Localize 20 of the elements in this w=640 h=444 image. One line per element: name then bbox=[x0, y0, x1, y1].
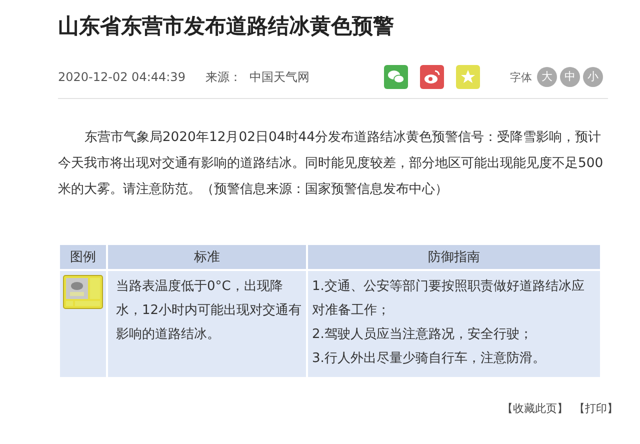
font-size-button[interactable]: 中 bbox=[560, 67, 580, 87]
guide-item: 1.交通、公安等部门要按照职责做好道路结冰应对准备工作； bbox=[312, 278, 586, 320]
font-size-button[interactable]: 小 bbox=[583, 67, 603, 87]
font-size-label: 字体 bbox=[510, 70, 532, 84]
publish-time: 2020-12-02 04:44:39 bbox=[58, 70, 186, 84]
font-size-button[interactable]: 大 bbox=[537, 67, 557, 87]
source-name: 中国天气网 bbox=[249, 68, 310, 86]
column-header: 标准 bbox=[108, 245, 306, 269]
table-cell: 当路表温度低于0°C，出现降水，12小时内可能出现对交通有影响的道路结冰。 bbox=[108, 271, 306, 377]
chat-bubbles-icon[interactable] bbox=[384, 65, 408, 89]
footer-link[interactable]: 【打印】 bbox=[574, 401, 618, 416]
source-label: 来源： bbox=[205, 68, 242, 86]
footer-link[interactable]: 【收藏此页】 bbox=[502, 401, 568, 416]
guide-item: 3.行人外出尽量少骑自行车，注意防滑。 bbox=[312, 350, 546, 368]
column-header: 图例 bbox=[60, 245, 106, 269]
article-paragraph: 东营市气象局2020年12月02日04时44分发布道路结冰黄色预警信号：受降雪影响，预计今天我市将出现对交通有影响的道路结冰。同时能见度较差，部分地区可能出现能见度不足500米的大雾。请注意防范。（预警信息来源：国家预警信息发布中心） bbox=[58, 129, 604, 199]
column-header: 防御指南 bbox=[308, 245, 600, 269]
weibo-icon[interactable] bbox=[420, 65, 444, 89]
article-title: 山东省东营市发布道路结冰黄色预警 bbox=[58, 13, 395, 40]
guide-item: 2.驾驶人员应当注意路况，安全行驶； bbox=[312, 326, 534, 344]
